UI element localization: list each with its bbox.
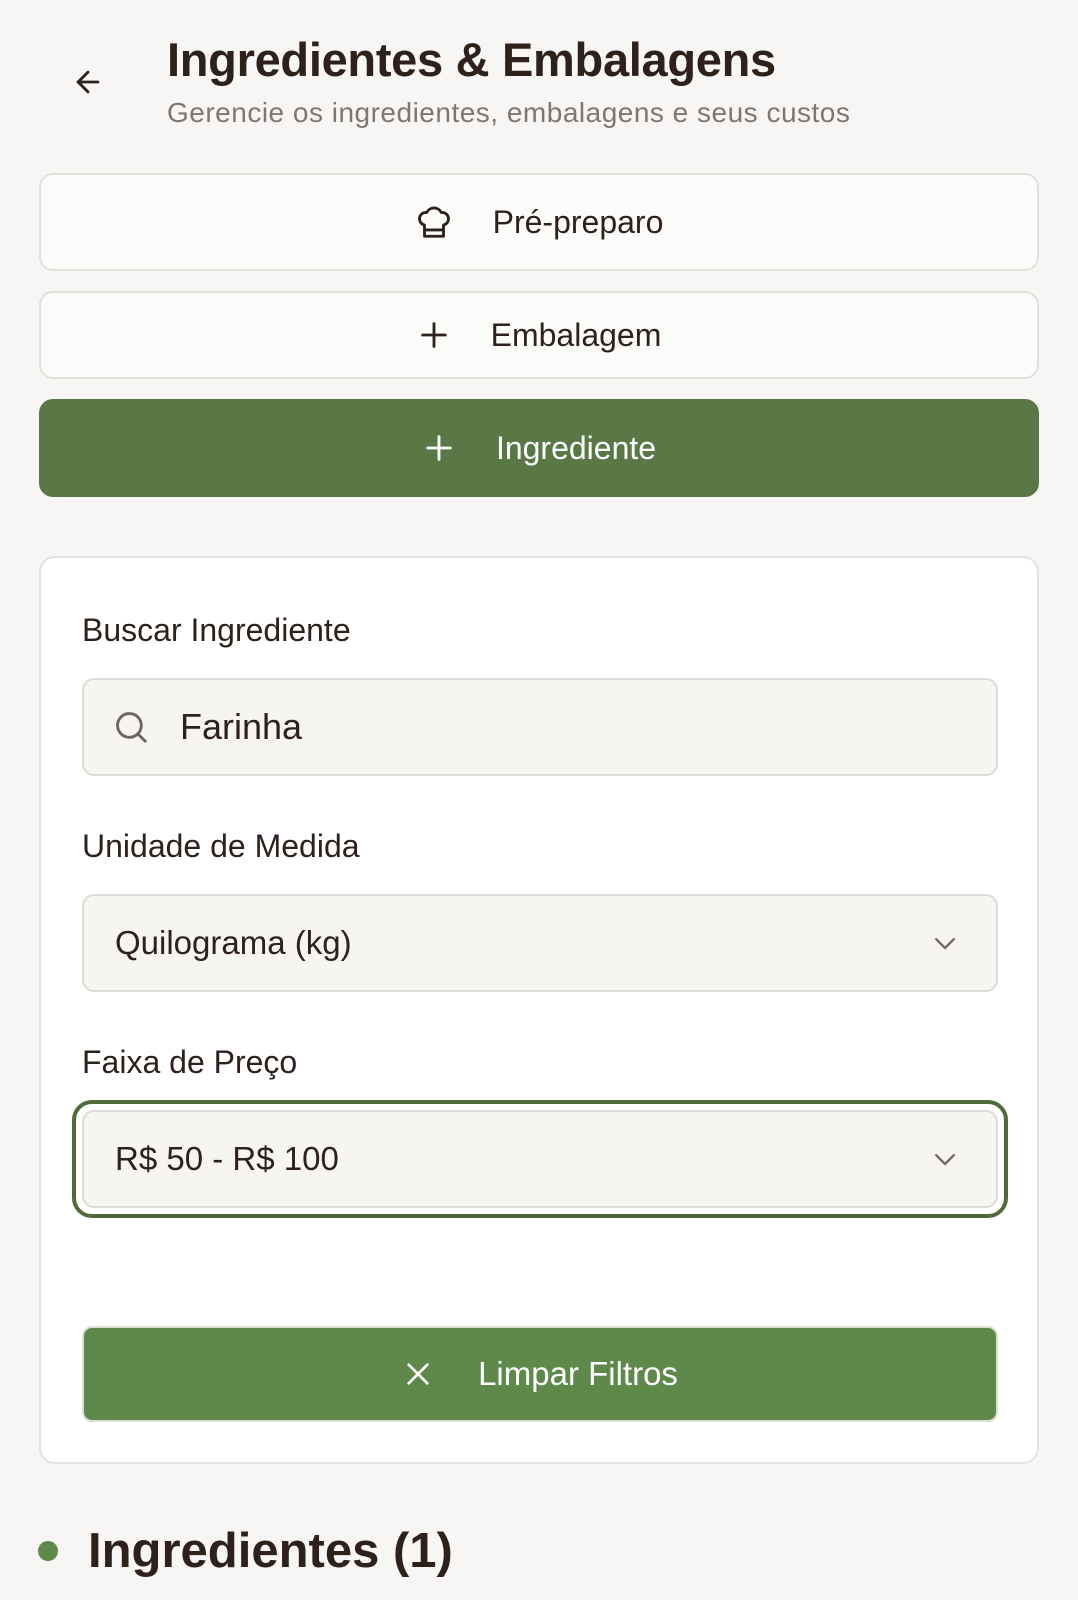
unit-select[interactable]: Quilograma (kg) <box>82 894 998 992</box>
search-icon <box>112 708 150 746</box>
price-select-focus-ring: R$ 50 - R$ 100 <box>72 1100 1008 1218</box>
price-select[interactable]: R$ 50 - R$ 100 <box>82 1110 998 1208</box>
search-input[interactable] <box>180 706 940 748</box>
search-label: Buscar Ingrediente <box>82 612 351 648</box>
unit-select-value: Quilograma (kg) <box>115 924 352 961</box>
chevron-down-icon <box>935 1154 955 1166</box>
preparo-label: Pré-preparo <box>492 203 664 240</box>
page-subtitle: Gerencie os ingredientes, embalagens e s… <box>167 97 851 128</box>
add-ingrediente-button[interactable]: Ingrediente <box>39 399 1039 497</box>
clear-filters-button[interactable]: Limpar Filtros <box>82 1326 998 1422</box>
price-label: Faixa de Preço <box>82 1044 298 1080</box>
arrow-left-icon <box>76 70 100 94</box>
section-dot <box>38 1541 58 1561</box>
add-embalagem-button[interactable]: Embalagem <box>39 291 1039 379</box>
chef-hat-icon <box>415 203 453 241</box>
unit-label: Unidade de Medida <box>82 828 360 864</box>
plus-icon <box>422 431 456 465</box>
filter-card: Buscar Ingrediente Unidade de Medida Qui… <box>39 556 1039 1464</box>
page-title: Ingredientes & Embalagens <box>167 33 776 86</box>
price-select-value: R$ 50 - R$ 100 <box>115 1140 339 1177</box>
ingredients-count-title: Ingredientes (1) <box>88 1524 453 1578</box>
add-preparo-button[interactable]: Pré-preparo <box>39 173 1039 271</box>
embalagem-label: Embalagem <box>490 316 662 353</box>
close-icon <box>402 1358 434 1390</box>
plus-icon <box>417 318 451 352</box>
ingredients-section-heading: Ingredientes (1) <box>38 1523 453 1579</box>
page-header: Ingredientes & Embalagens Gerencie os in… <box>0 0 1078 150</box>
ingrediente-label: Ingrediente <box>495 429 657 466</box>
back-button[interactable] <box>64 58 112 106</box>
clear-filters-label: Limpar Filtros <box>478 1355 678 1392</box>
chevron-down-icon <box>935 938 955 950</box>
search-field[interactable] <box>82 678 998 776</box>
page: Ingredientes & Embalagens Gerencie os in… <box>0 0 1078 1600</box>
